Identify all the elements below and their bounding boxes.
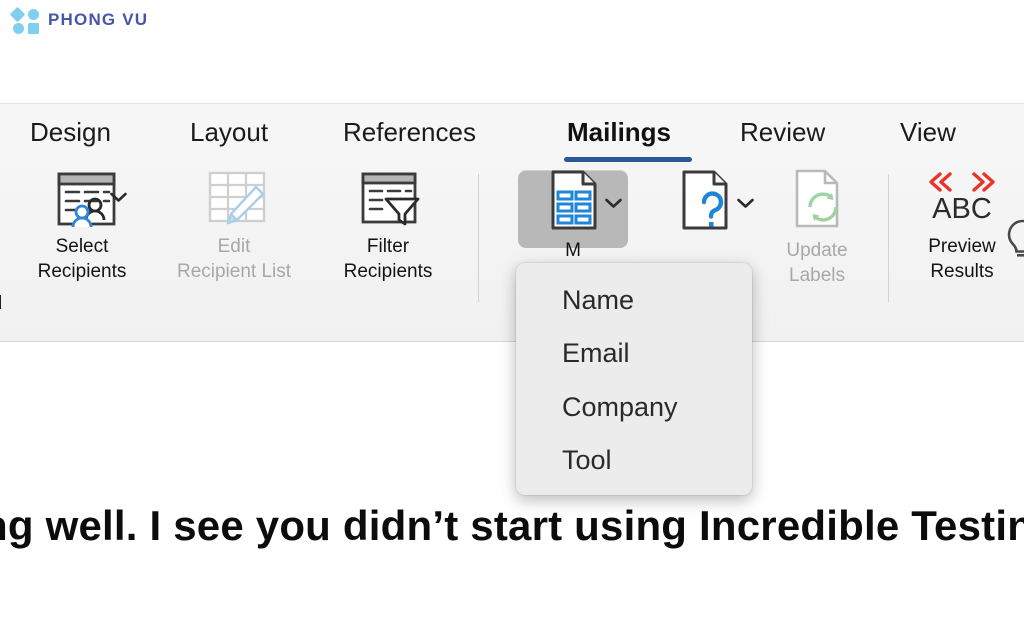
ribbon-group-separator-1 (478, 174, 479, 302)
preview-results-button[interactable]: ABC Preview Results (900, 166, 1024, 284)
logo-square-bottom-right (28, 23, 39, 34)
update-labels-label-line1: Update (786, 240, 848, 261)
select-recipients-label-line2: Recipients (37, 261, 127, 282)
dropdown-item-email[interactable]: Email (562, 338, 630, 369)
dropdown-item-tool[interactable]: Tool (562, 445, 612, 476)
edit-recipient-list-label-line1: Edit (217, 236, 251, 257)
preview-results-label-line1: Preview (928, 236, 996, 257)
brand-name: PHONG VU (48, 10, 149, 29)
tab-view[interactable]: View (900, 117, 956, 148)
insert-merge-field-chevron-down-icon[interactable] (605, 198, 622, 208)
recipient-list-funnel-icon (353, 166, 423, 228)
document-merge-fields-icon (543, 166, 603, 236)
dropdown-item-name[interactable]: Name (562, 285, 634, 316)
match-fields-chevron-down-icon[interactable] (737, 198, 754, 208)
ribbon-group-separator-2 (888, 174, 889, 302)
select-recipients-chevron-down-icon[interactable] (110, 192, 127, 202)
ribbon-tabstrip: Design Layout References Mailings Review… (0, 104, 1024, 166)
document-canvas[interactable]: ng well. I see you didn’t start using In… (0, 342, 1024, 640)
document-body-text: ng well. I see you didn’t start using In… (0, 502, 1024, 549)
abc-chevrons-icon: ABC (916, 166, 1008, 228)
word-mailings-screen: PHONG VU Design Layout References Mailin… (0, 0, 1024, 640)
insert-merge-field-button[interactable]: M (518, 166, 628, 263)
cutoff-partial-label: l (0, 293, 3, 314)
insert-merge-field-label-line1: M (565, 240, 581, 261)
select-recipients-button[interactable]: Select Recipients (18, 166, 146, 284)
ribbon: Design Layout References Mailings Review… (0, 103, 1024, 342)
document-refresh-icon (787, 166, 847, 232)
tab-references[interactable]: References (343, 117, 476, 148)
brand-header: PHONG VU (0, 0, 1024, 103)
filter-recipients-button[interactable]: Filter Recipients (325, 166, 451, 284)
tab-design[interactable]: Design (30, 117, 111, 148)
recipient-list-person-icon (47, 166, 117, 228)
svg-text:ABC: ABC (932, 193, 992, 225)
filter-recipients-label-line1: Filter (366, 236, 410, 257)
dropdown-item-company[interactable]: Company (562, 392, 678, 423)
update-labels-button[interactable]: Update Labels (762, 166, 872, 288)
document-question-mark-icon (674, 166, 734, 236)
merge-field-dropdown[interactable]: Name Email Company Tool (516, 263, 752, 495)
edit-table-pencil-icon (199, 166, 269, 228)
tab-mailings-underline (564, 157, 692, 162)
preview-results-label-line2: Results (930, 261, 994, 282)
tab-layout[interactable]: Layout (190, 117, 268, 148)
tab-review[interactable]: Review (740, 117, 825, 148)
match-fields-button[interactable] (660, 166, 748, 236)
update-labels-label-line2: Labels (789, 265, 845, 286)
logo-circle-top-right (28, 9, 39, 20)
logo-circle-bottom-left (13, 23, 24, 34)
tab-mailings[interactable]: Mailings (567, 117, 671, 148)
select-recipients-label-line1: Select (55, 236, 109, 257)
filter-recipients-label-line2: Recipients (343, 261, 433, 282)
edit-recipient-list-button[interactable]: Edit Recipient List (167, 166, 301, 284)
phongvu-logo-icon (9, 6, 42, 34)
logo-diamond-shape (9, 6, 26, 23)
edit-recipient-list-label-line2: Recipient List (176, 261, 292, 282)
ribbon-body: l Select Recipients Edit Recipient List … (0, 166, 1024, 342)
